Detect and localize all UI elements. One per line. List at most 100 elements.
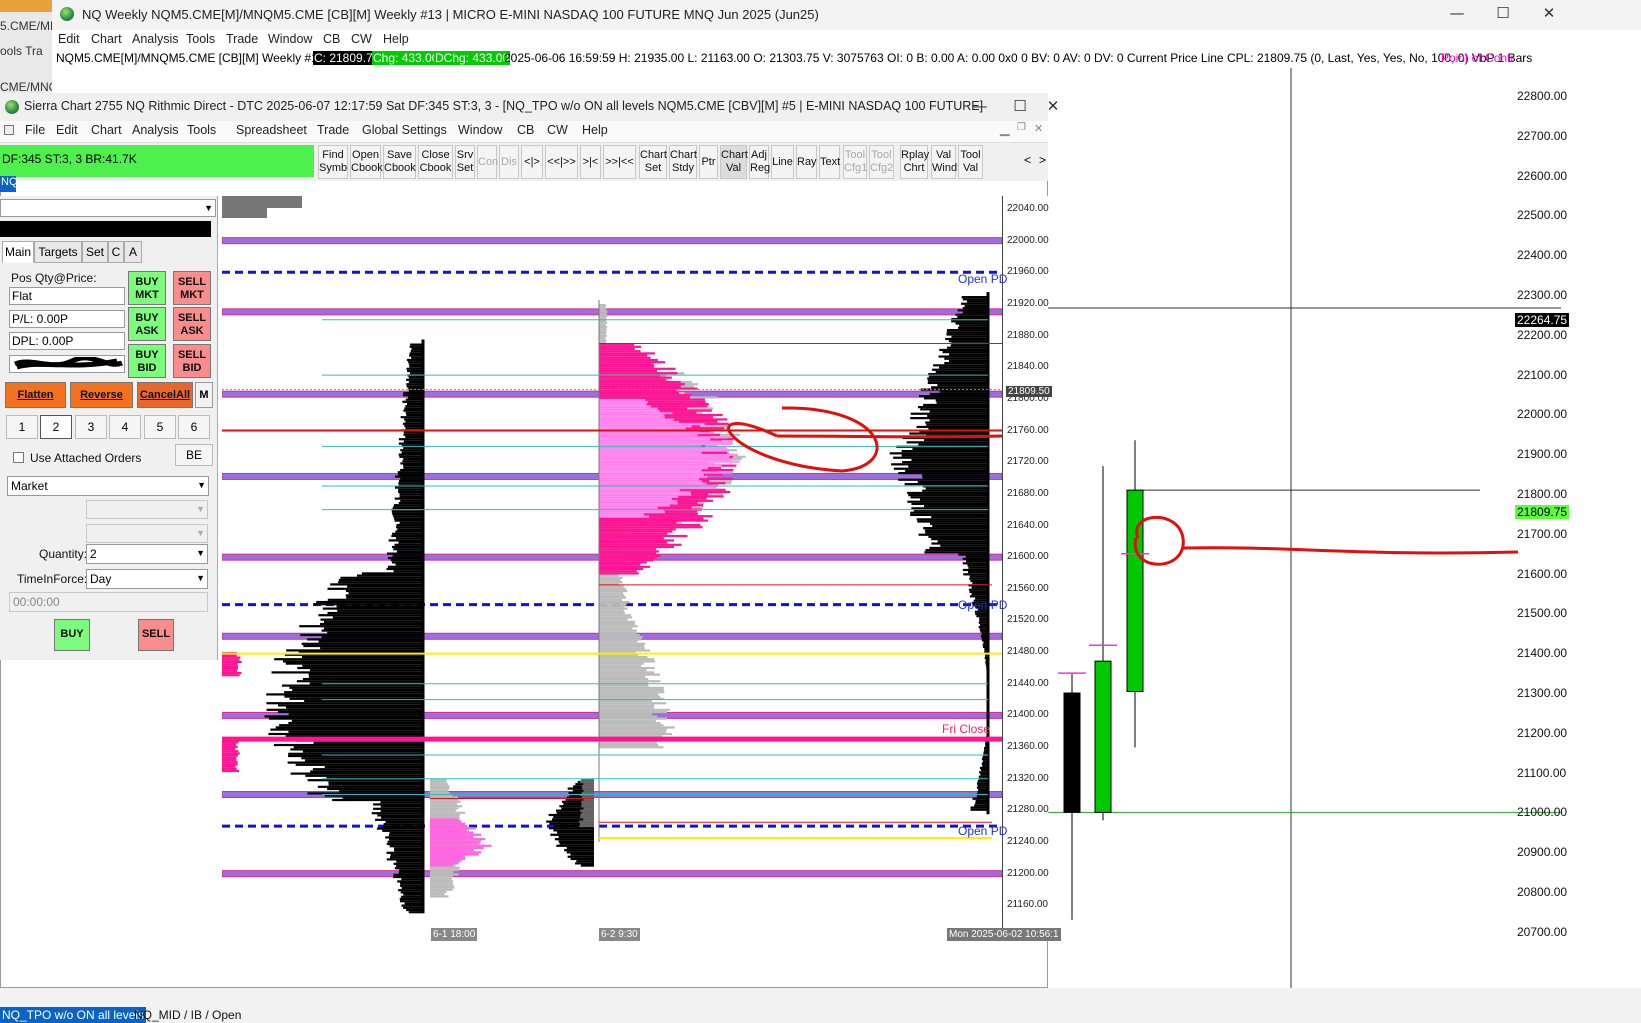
menu-help[interactable]: Help bbox=[582, 123, 608, 137]
chart-tab-active[interactable]: NQ_TPO w/o ON all levels bbox=[0, 1007, 147, 1023]
menu-tools[interactable]: Tools bbox=[186, 32, 215, 46]
tab-c[interactable]: C bbox=[108, 241, 124, 263]
sell-button[interactable]: SELL bbox=[138, 619, 174, 651]
toolbar-button[interactable]: Save Cbook bbox=[383, 145, 416, 179]
quantity-field[interactable]: 2 ▼ bbox=[86, 544, 208, 564]
volume-bar bbox=[407, 402, 423, 406]
price-axis-label: 22400.00 bbox=[1517, 248, 1568, 263]
weekly-candle-chart[interactable] bbox=[1048, 68, 1561, 988]
toolbar-button[interactable]: Con bbox=[477, 145, 498, 179]
menu-cw[interactable]: CW bbox=[547, 123, 568, 137]
tab-main[interactable]: Main bbox=[2, 241, 34, 263]
m-button[interactable]: M bbox=[195, 382, 213, 408]
quantity-preset-1[interactable]: 1 bbox=[6, 415, 38, 439]
sell-ask-button[interactable]: SELL ASK bbox=[173, 307, 211, 341]
volume-bar bbox=[916, 518, 988, 521]
menu-cb[interactable]: CB bbox=[517, 123, 534, 137]
toolbar-button[interactable]: >>|<< bbox=[603, 145, 636, 179]
toolbar-button[interactable]: Ray bbox=[796, 145, 817, 179]
quantity-preset-6[interactable]: 6 bbox=[178, 415, 210, 439]
menu-spreadsheet[interactable]: Spreadsheet bbox=[236, 123, 307, 137]
menu-window[interactable]: Window bbox=[458, 123, 502, 137]
toolbar-button[interactable]: <|> bbox=[521, 145, 543, 179]
volume-bar bbox=[430, 862, 459, 865]
menu-help[interactable]: Help bbox=[383, 32, 409, 46]
cancel-all-button[interactable]: CancelAll bbox=[137, 382, 193, 408]
toolbar-button[interactable]: Dis bbox=[499, 145, 519, 179]
toolbar-button[interactable]: Tool Val bbox=[958, 145, 983, 179]
breakeven-button[interactable]: BE bbox=[175, 444, 213, 466]
menu-global-settings[interactable]: Global Settings bbox=[362, 123, 447, 137]
sell-bid-button[interactable]: SELL BID bbox=[173, 344, 211, 378]
minimize-button[interactable]: — bbox=[1434, 4, 1480, 22]
tif-select[interactable]: Day ▼ bbox=[86, 569, 208, 589]
toolbar-button[interactable]: Tool Cfg2 bbox=[869, 145, 894, 179]
volume-bar bbox=[599, 561, 647, 564]
menu-tools[interactable]: Tools bbox=[187, 123, 216, 137]
menu-chart[interactable]: Chart bbox=[91, 123, 122, 137]
close-button[interactable]: ✕ bbox=[1526, 4, 1572, 22]
tpo-volume-profile-chart[interactable] bbox=[222, 196, 1002, 941]
menu-analysis[interactable]: Analysis bbox=[132, 32, 179, 46]
toolbar-button[interactable]: Chart Set bbox=[639, 145, 667, 179]
buy-bid-button[interactable]: BUY BID bbox=[128, 344, 166, 378]
quantity-preset-4[interactable]: 4 bbox=[109, 415, 141, 439]
toolbar-button[interactable]: Close Cbook bbox=[418, 145, 453, 179]
menu-chart[interactable]: Chart bbox=[91, 32, 122, 46]
chart-tab[interactable]: NQ_MID / IB / Open bbox=[132, 1007, 243, 1023]
reverse-button[interactable]: Reverse bbox=[70, 382, 133, 408]
order-type-select[interactable]: Market ▼ bbox=[7, 476, 209, 496]
quantity-preset-3[interactable]: 3 bbox=[75, 415, 107, 439]
menu-trade[interactable]: Trade bbox=[317, 123, 349, 137]
price-axis bbox=[1561, 68, 1641, 988]
menu-cb[interactable]: CB bbox=[323, 32, 340, 46]
mdi-minimize-icon[interactable]: ▁ bbox=[1000, 121, 1010, 136]
toolbar-button[interactable]: Rplay Chrt bbox=[900, 145, 929, 179]
system-menu-icon[interactable] bbox=[4, 125, 14, 135]
account-select[interactable]: ▼ bbox=[0, 199, 216, 217]
toolbar-scroll-left[interactable]: < bbox=[1024, 153, 1031, 167]
flatten-button[interactable]: Flatten bbox=[5, 382, 66, 408]
attached-orders-checkbox[interactable] bbox=[13, 452, 24, 463]
front-close-button[interactable]: ✕ bbox=[1033, 97, 1073, 115]
toolbar-button[interactable]: >|< bbox=[580, 145, 601, 179]
toolbar-button[interactable]: Adj Reg bbox=[749, 145, 770, 179]
menu-window[interactable]: Window bbox=[268, 32, 312, 46]
toolbar-button[interactable]: Val Wind bbox=[931, 145, 957, 179]
menu-trade[interactable]: Trade bbox=[226, 32, 258, 46]
toolbar-scroll-right[interactable]: > bbox=[1039, 153, 1046, 167]
volume-bar bbox=[599, 565, 651, 568]
menu-edit[interactable]: Edit bbox=[58, 32, 80, 46]
sell-market-button[interactable]: SELL MKT bbox=[173, 271, 211, 305]
toolbar-button[interactable]: <<|>> bbox=[545, 145, 578, 179]
menu-edit[interactable]: Edit bbox=[56, 123, 78, 137]
quantity-preset-5[interactable]: 5 bbox=[144, 415, 176, 439]
toolbar-button[interactable]: Text bbox=[819, 145, 840, 179]
toolbar-button[interactable]: Chart Val bbox=[720, 145, 748, 179]
tab-targets[interactable]: Targets bbox=[34, 241, 82, 263]
buy-ask-button[interactable]: BUY ASK bbox=[128, 307, 166, 341]
volume-bar bbox=[962, 311, 988, 314]
quantity-preset-2[interactable]: 2 bbox=[40, 415, 72, 439]
buy-market-button[interactable]: BUY MKT bbox=[128, 271, 166, 305]
menu-analysis[interactable]: Analysis bbox=[132, 123, 179, 137]
toolbar-button[interactable]: Find Symb bbox=[318, 145, 348, 179]
tab-a[interactable]: A bbox=[124, 241, 142, 263]
maximize-button[interactable]: ☐ bbox=[1480, 4, 1526, 22]
tab-set[interactable]: Set bbox=[82, 241, 108, 263]
toolbar-button[interactable]: Chart Stdy bbox=[669, 145, 697, 179]
toolbar-button[interactable]: Tool Cfg1 bbox=[843, 145, 867, 179]
mdi-close-icon[interactable]: ✕ bbox=[1034, 122, 1043, 135]
menu-cw[interactable]: CW bbox=[351, 32, 372, 46]
toolbar-button[interactable]: Srv Set bbox=[455, 145, 475, 179]
symbol-tag[interactable]: NQ bbox=[0, 176, 18, 192]
volume-bar bbox=[398, 871, 423, 874]
toolbar-button[interactable]: Ptr bbox=[699, 145, 718, 179]
menu-file[interactable]: File bbox=[25, 123, 45, 137]
toolbar-button[interactable]: Open Cbook bbox=[350, 145, 383, 179]
volume-bar bbox=[381, 816, 423, 819]
buy-button[interactable]: BUY bbox=[54, 619, 90, 651]
front-minimize-button[interactable]: — bbox=[960, 97, 1000, 115]
toolbar-button[interactable]: Line bbox=[771, 145, 794, 179]
mdi-restore-icon[interactable]: ❐ bbox=[1017, 122, 1026, 133]
